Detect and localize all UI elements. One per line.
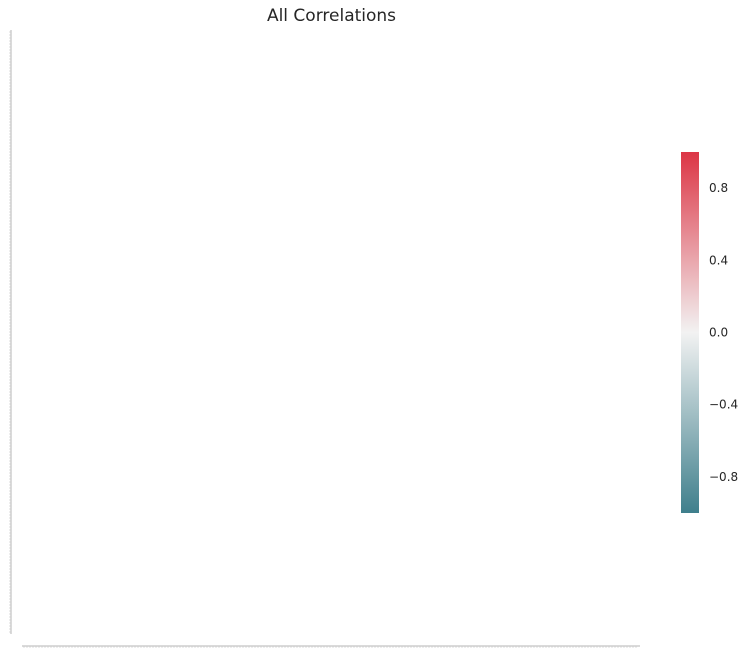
colorbar-tick-label: −0.4 [709, 398, 738, 412]
colorbar-tick-label: −0.8 [709, 470, 738, 484]
colorbar: 0.8 0.4 0.0 −0.4 −0.8 [681, 152, 738, 513]
correlation-heatmap-figure: All Correlations 0.8 0.4 0.0 −0.4 −0.8 [0, 0, 745, 657]
colorbar-tick-label: 0.0 [709, 326, 728, 340]
colorbar-tick-label: 0.8 [709, 181, 728, 195]
colorbar-tick-label: 0.4 [709, 253, 728, 267]
y-ticks [9, 31, 11, 633]
heatmap-svg: 0.8 0.4 0.0 −0.4 −0.8 [9, 30, 738, 648]
colorbar-ticks: 0.8 0.4 0.0 −0.4 −0.8 [709, 181, 738, 484]
colorbar-gradient [681, 152, 699, 513]
